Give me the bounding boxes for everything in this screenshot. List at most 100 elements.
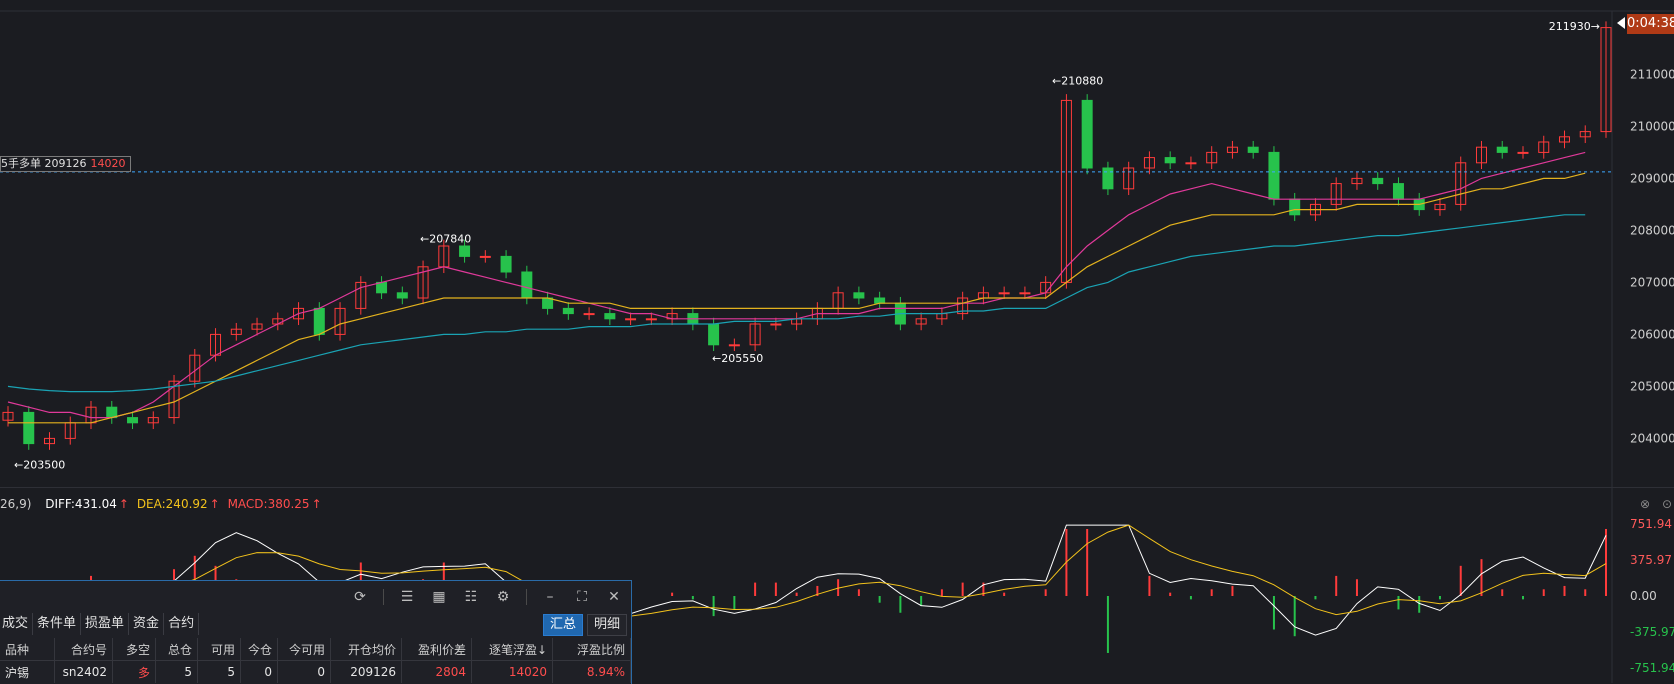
peak-annotation: 211930→ xyxy=(1549,20,1600,33)
col-header[interactable]: 品种 xyxy=(0,638,55,661)
user-list-icon[interactable]: ☷ xyxy=(462,588,480,606)
col-header[interactable]: 今仓 xyxy=(240,638,278,661)
candle-body xyxy=(770,323,782,326)
macd-axis-tick: -751.94 xyxy=(1630,661,1674,675)
summary-button[interactable]: 汇总 xyxy=(542,614,583,636)
price-axis-tick: 211000 xyxy=(1630,67,1674,81)
price-axis-tick: 209000 xyxy=(1630,171,1674,185)
view-toggle: 汇总 明细 xyxy=(542,614,627,636)
candle-body xyxy=(1268,151,1280,200)
macd-dea-value: DEA:240.92 xyxy=(136,497,208,511)
candle-body xyxy=(708,323,720,346)
col-header[interactable]: 浮盈比例 xyxy=(552,638,631,661)
peak-annotation: ←207840 xyxy=(420,233,471,246)
candle-body xyxy=(1392,183,1404,200)
price-axis-tick: 206000 xyxy=(1630,327,1674,341)
close-icon[interactable]: ✕ xyxy=(605,588,623,606)
candles-group xyxy=(2,21,1612,450)
cell-avg-price: 209126 xyxy=(330,660,402,683)
up-arrow-icon: ↑ xyxy=(311,497,322,511)
last-price-arrow-icon xyxy=(1617,17,1625,29)
candle-body xyxy=(1185,162,1197,165)
peak-annotation: ←203500 xyxy=(14,458,65,471)
col-header[interactable]: 多空 xyxy=(112,638,156,661)
col-header[interactable]: 可用 xyxy=(197,638,241,661)
panel-toolbar: ⟳ ☰ ▦ ☷ ⚙ – ⛶ ✕ xyxy=(351,585,623,609)
indicator-settings-icon[interactable]: ⊙ xyxy=(1662,497,1672,511)
peak-annotation: ←210880 xyxy=(1052,75,1103,88)
candle-body xyxy=(998,292,1010,295)
candle-body xyxy=(1517,151,1529,154)
candle-body xyxy=(500,255,512,273)
position-tag-text: 5手多单 209126 xyxy=(1,157,87,170)
candle-body xyxy=(127,417,139,424)
macd-macd-value: MACD:380.25 xyxy=(227,497,310,511)
candle-body xyxy=(1496,146,1508,153)
candle-body xyxy=(562,307,574,315)
candle-body xyxy=(23,411,35,445)
candle-body xyxy=(1372,177,1384,185)
macd-diff-value: DIFF:431.04 xyxy=(45,497,117,511)
tab-contracts[interactable]: 合约 xyxy=(164,613,200,635)
candle-body xyxy=(479,255,491,258)
menu-circle-icon[interactable]: ☰ xyxy=(398,588,416,606)
settings-icon[interactable]: ⚙ xyxy=(494,588,512,606)
position-tag[interactable]: 5手多单 209126 14020 xyxy=(0,156,131,172)
cell-product: 沪锡 xyxy=(0,660,55,683)
toolbar-separator xyxy=(526,589,527,605)
tab-conditional-orders[interactable]: 条件单 xyxy=(33,613,82,635)
panel-tabs: 成交 条件单 损盈单 资金 合约 xyxy=(0,613,200,635)
candle-body xyxy=(106,406,118,419)
candle-body xyxy=(604,313,616,320)
cell-today: 0 xyxy=(240,660,278,683)
col-header[interactable]: 开仓均价 xyxy=(330,638,402,661)
cell-total: 5 xyxy=(155,660,198,683)
tab-stop-orders[interactable]: 损盈单 xyxy=(81,613,130,635)
col-header[interactable]: 今可用 xyxy=(277,638,331,661)
countdown-timer: 0:04:38 xyxy=(1627,14,1674,34)
table-row[interactable]: 沪锡 sn2402 多 5 5 0 0 209126 2804 14020 8.… xyxy=(0,660,631,683)
candle-body xyxy=(376,281,388,294)
candle-body xyxy=(728,344,740,347)
up-arrow-icon: ↑ xyxy=(118,497,129,511)
candle-body xyxy=(645,318,657,321)
candle-body xyxy=(1289,198,1301,216)
price-axis-tick: 210000 xyxy=(1630,119,1674,133)
candle-body xyxy=(542,297,554,309)
pane-divider[interactable] xyxy=(0,487,1674,488)
trading-panel: ⟳ ☰ ▦ ☷ ⚙ – ⛶ ✕ 成交 条件单 损盈单 资金 合约 汇总 明细 品… xyxy=(0,580,632,684)
cell-float-pl: 14020 xyxy=(471,660,553,683)
calculator-icon[interactable]: ▦ xyxy=(430,588,448,606)
refresh-icon[interactable]: ⟳ xyxy=(351,588,369,606)
price-axis-tick: 207000 xyxy=(1630,275,1674,289)
candle-body xyxy=(1102,167,1114,190)
close-indicator-icon[interactable]: ⊗ xyxy=(1640,497,1650,511)
detail-button[interactable]: 明细 xyxy=(586,614,627,636)
tab-funds[interactable]: 资金 xyxy=(129,613,165,635)
cell-contract: sn2402 xyxy=(54,660,113,683)
macd-axis-tick: 0.00 xyxy=(1630,589,1657,603)
col-header[interactable]: 合约号 xyxy=(54,638,113,661)
cell-profit-spread: 2804 xyxy=(401,660,472,683)
candle-body xyxy=(583,313,595,316)
col-header[interactable]: 总仓 xyxy=(155,638,198,661)
maximize-icon[interactable]: ⛶ xyxy=(573,588,591,606)
macd-header: 26,9) DIFF:431.04 ↑ DEA:240.92 ↑ MACD:380.… xyxy=(0,496,322,512)
position-tag-pl: 14020 xyxy=(90,157,126,170)
price-axis-tick: 204000 xyxy=(1630,431,1674,445)
candle-body xyxy=(1081,99,1093,169)
tab-trades[interactable]: 成交 xyxy=(0,613,34,635)
toolbar-separator xyxy=(383,589,384,605)
candle-body xyxy=(521,271,533,299)
minimize-icon[interactable]: – xyxy=(541,588,559,606)
candle-body xyxy=(396,292,408,299)
moving-average-line-2 xyxy=(7,214,1586,393)
candle-body xyxy=(313,307,325,335)
col-header[interactable]: 逐笔浮盈↓ xyxy=(471,638,553,661)
price-axis-tick: 205000 xyxy=(1630,379,1674,393)
col-header[interactable]: 盈利价差 xyxy=(401,638,472,661)
table-header-row: 品种 合约号 多空 总仓 可用 今仓 今可用 开仓均价 盈利价差 逐笔浮盈↓ 浮… xyxy=(0,638,631,661)
candle-body xyxy=(625,318,637,321)
moving-average-line-1 xyxy=(8,172,1586,424)
up-arrow-icon: ↑ xyxy=(209,497,220,511)
